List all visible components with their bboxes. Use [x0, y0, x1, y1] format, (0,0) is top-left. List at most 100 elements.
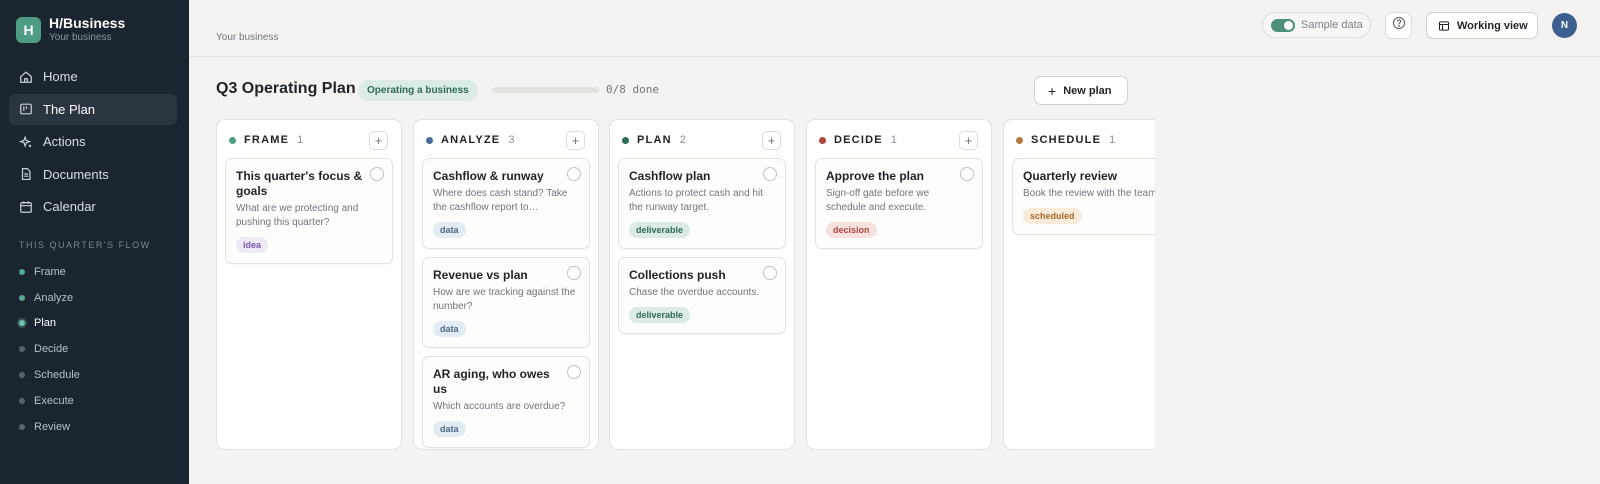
- complete-checkbox[interactable]: [763, 167, 777, 181]
- column-title: DECIDE: [834, 134, 883, 146]
- card-title: Quarterly review: [1023, 169, 1118, 183]
- column-count: 2: [679, 134, 686, 146]
- card-tag: deliverable: [629, 222, 691, 238]
- sidebar-item-documents[interactable]: Documents: [9, 159, 177, 190]
- plan-card[interactable]: Quarterly review Book the review with th…: [1012, 158, 1155, 235]
- sample-data-toggle[interactable]: Sample data: [1262, 12, 1371, 38]
- complete-checkbox[interactable]: [960, 167, 974, 181]
- column-color-dot: [819, 136, 826, 144]
- flow-item-decide[interactable]: Decide: [19, 336, 80, 362]
- plan-card[interactable]: Cashflow plan Actions to protect cash an…: [618, 158, 786, 249]
- add-card-button[interactable]: +: [959, 131, 978, 150]
- column-color-dot: [426, 136, 433, 144]
- card-title: Collections push: [629, 268, 726, 282]
- card-tag: data: [433, 222, 466, 238]
- avatar[interactable]: N: [1552, 13, 1577, 38]
- sidebar-item-actions[interactable]: Actions: [9, 126, 177, 157]
- flow-status-dot: [19, 397, 25, 404]
- flow-status-dot: [19, 294, 25, 301]
- flow-item-analyze[interactable]: Analyze: [19, 285, 80, 311]
- sidebar-item-home[interactable]: Home: [9, 61, 177, 92]
- breadcrumb[interactable]: Your business: [216, 32, 278, 43]
- complete-checkbox[interactable]: [370, 167, 384, 181]
- column-color-dot: [622, 136, 629, 144]
- flow-item-label: Plan: [34, 317, 57, 330]
- brand-logo: H: [16, 17, 41, 43]
- sidebar-item-the-plan[interactable]: The Plan: [9, 93, 177, 125]
- column-title: PLAN: [637, 134, 672, 146]
- flow-status-dot: [19, 320, 25, 327]
- plan-card[interactable]: AR aging, who owes us Which accounts are…: [422, 356, 590, 448]
- column-frame: FRAME 1 + This quarter's focus & goals Wh…: [216, 119, 402, 450]
- card-tag: scheduled: [1023, 208, 1082, 224]
- column-title: ANALYZE: [441, 134, 501, 146]
- plan-card[interactable]: Cashflow & runway Where does cash stand?…: [422, 158, 590, 249]
- card-title: Approve the plan: [826, 169, 925, 183]
- flow-item-label: Decide: [34, 343, 69, 356]
- card-description: Chase the overdue accounts.: [629, 287, 760, 298]
- sidebar-item-label: Calendar: [43, 199, 96, 215]
- mode-badge: Operating a business: [358, 80, 478, 101]
- complete-checkbox[interactable]: [763, 266, 777, 280]
- card-title: This quarter's focus & goals: [236, 169, 363, 198]
- flow-item-label: Schedule: [34, 369, 80, 382]
- document-icon: [19, 167, 33, 181]
- sidebar-nav: Home The Plan Actions Documents Calendar: [9, 61, 177, 224]
- complete-checkbox[interactable]: [567, 266, 581, 280]
- help-button[interactable]: [1385, 12, 1412, 39]
- card-tag: data: [433, 321, 466, 337]
- column-schedule: SCHEDULE 1 Quarterly review Book the revi…: [1003, 119, 1155, 450]
- sample-data-label: Sample data: [1301, 19, 1363, 31]
- column-count: 1: [890, 134, 897, 146]
- add-card-button[interactable]: +: [369, 131, 388, 150]
- card-tag: deliverable: [629, 307, 691, 323]
- page-title: Q3 Operating Plan: [216, 80, 356, 97]
- card-description: Book the review with the team.: [1023, 188, 1155, 199]
- add-card-button[interactable]: +: [762, 131, 781, 150]
- card-title: AR aging, who owes us: [433, 367, 550, 396]
- flow-status-dot: [19, 423, 25, 430]
- flow-item-review[interactable]: Review: [19, 414, 80, 440]
- flow-item-label: Execute: [34, 394, 74, 407]
- flow-item-execute[interactable]: Execute: [19, 388, 80, 414]
- flow-item-plan[interactable]: Plan: [19, 311, 80, 337]
- flow-item-label: Review: [34, 420, 71, 433]
- board-icon: [19, 102, 33, 116]
- calendar-icon: [19, 200, 33, 214]
- sidebar-item-label: Documents: [43, 166, 109, 182]
- add-card-button[interactable]: +: [566, 131, 585, 150]
- plus-icon: +: [1048, 82, 1057, 99]
- plan-card[interactable]: This quarter's focus & goals What are we…: [225, 158, 393, 264]
- card-description: Where does cash stand? Take the cashflow…: [433, 188, 568, 213]
- plan-board: FRAME 1 + This quarter's focus & goals Wh…: [216, 119, 1155, 451]
- sidebar-item-calendar[interactable]: Calendar: [9, 191, 177, 222]
- toggle-switch[interactable]: [1271, 18, 1295, 32]
- layout-icon: [1438, 20, 1450, 31]
- plan-card[interactable]: Approve the plan Sign-off gate before we…: [815, 158, 983, 249]
- topbar: Your business Sample data Working view N: [189, 0, 1600, 57]
- progress-text: 0/8 done: [606, 83, 659, 96]
- working-view-button[interactable]: Working view: [1426, 12, 1538, 39]
- card-title: Revenue vs plan: [433, 268, 528, 282]
- flow-item-frame[interactable]: Frame: [19, 259, 80, 285]
- working-view-label: Working view: [1457, 19, 1528, 32]
- column-title: FRAME: [244, 134, 290, 146]
- brand[interactable]: H H/Business Your business: [16, 15, 125, 45]
- new-plan-button[interactable]: + New plan: [1034, 76, 1128, 105]
- column-color-dot: [1016, 136, 1023, 144]
- plan-card[interactable]: Collections push Chase the overdue accou…: [618, 257, 786, 334]
- complete-checkbox[interactable]: [567, 365, 581, 379]
- card-description: Which accounts are overdue?: [433, 401, 566, 412]
- app-subtitle: Your business: [49, 32, 112, 43]
- plan-card[interactable]: Revenue vs plan How are we tracking agai…: [422, 257, 590, 348]
- complete-checkbox[interactable]: [567, 167, 581, 181]
- card-description: Sign-off gate before we schedule and exe…: [826, 188, 930, 213]
- sidebar-item-label: The Plan: [43, 101, 96, 117]
- card-description: Actions to protect cash and hit the runw…: [629, 188, 763, 213]
- flow-item-schedule[interactable]: Schedule: [19, 362, 80, 388]
- sparkle-icon: [19, 135, 33, 149]
- column-title: SCHEDULE: [1031, 134, 1102, 146]
- help-icon: [1392, 16, 1406, 35]
- card-tag: data: [433, 421, 466, 437]
- card-title: Cashflow & runway: [433, 169, 544, 183]
